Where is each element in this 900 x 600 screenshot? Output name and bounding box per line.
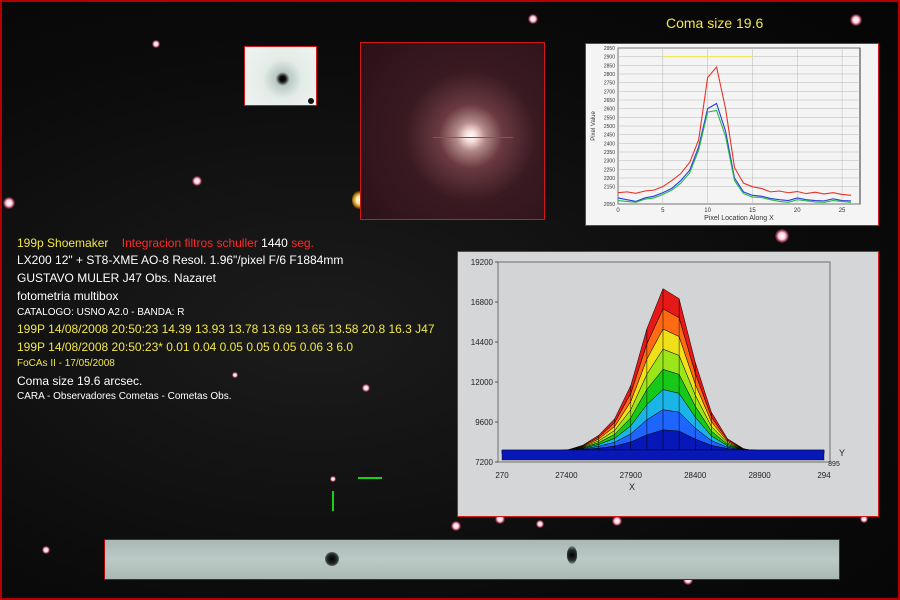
y-tick-label: 19200: [471, 258, 494, 267]
y-tick-label: 2400: [604, 141, 615, 147]
coma-crop: [360, 42, 545, 220]
y-axis-label: Pixel Value: [591, 111, 597, 141]
star: [232, 372, 238, 378]
star: [330, 476, 336, 482]
y-tick-label: 2850: [604, 63, 615, 69]
star: [42, 546, 50, 554]
star: [567, 546, 577, 564]
y-tick-label: 16800: [471, 298, 494, 307]
exposure-unit: seg.: [291, 236, 314, 250]
y-tick-label: 14400: [471, 338, 494, 347]
x-tick-label: 25: [839, 208, 846, 214]
y-tick-label: 2450: [604, 133, 615, 139]
y-tick-label: 2900: [604, 55, 615, 61]
y-tick-label: 9600: [475, 418, 493, 427]
info-row-object: 199p Shoemaker Integracion filtros schul…: [17, 236, 314, 250]
star: [850, 14, 862, 26]
x-tick-label: 294: [817, 471, 831, 480]
star: [3, 197, 15, 209]
y-axis-label: Y: [839, 448, 845, 458]
photometry-line-2: 199P 14/08/2008 20:50:23* 0.01 0.04 0.05…: [17, 340, 354, 354]
star: [308, 98, 314, 104]
x-tick-label: 5: [661, 208, 665, 214]
side-tick-label: 895: [828, 461, 840, 468]
x-tick-label: 27400: [555, 471, 578, 480]
y-tick-label: 2300: [604, 159, 615, 165]
observer-text: GUSTAVO MULER J47 Obs. Nazaret: [17, 271, 216, 285]
star: [362, 384, 370, 392]
software-text: FoCAs II - 17/05/2008: [17, 358, 115, 369]
x-tick-label: 27900: [620, 471, 643, 480]
credits-text: CARA - Observadores Cometas - Cometas Ob…: [17, 391, 232, 402]
y-tick-label: 2250: [604, 167, 615, 173]
star: [528, 14, 538, 24]
comet-track-strip: [104, 539, 840, 580]
exposure-value: 1440: [261, 236, 288, 250]
equipment-text: LX200 12" + ST8-XME AO-8 Resol. 1.96"/pi…: [17, 253, 344, 267]
star: [536, 520, 544, 528]
catalog-text: CATALOGO: USNO A2.0 - BANDA: R: [17, 307, 185, 318]
x-axis-label: X: [629, 482, 635, 492]
y-tick-label: 7200: [475, 458, 493, 467]
y-tick-label: 2500: [604, 124, 615, 130]
x-tick-label: 28400: [684, 471, 707, 480]
profile-chart: 2050215022002250230023502400245025002550…: [591, 46, 861, 222]
position-marker-horizontal: [358, 477, 382, 479]
surface-chart: 7200 9600 12000 14400 16800 19200 270 27400 2790…: [471, 258, 845, 492]
y-tick-label: 2750: [604, 81, 615, 87]
object-name: 199p Shoemaker: [17, 236, 109, 250]
position-marker-vertical: [332, 491, 334, 511]
star: [451, 521, 461, 531]
profile-chart-panel: 2050 2150 2200 2250 2300 2350 2400 2450 2500 2550…: [585, 43, 879, 226]
y-tick-label: 2700: [604, 89, 615, 95]
astro-composite-image: Coma size 19.6 2050 2150 2200 2250 2300 2350 2…: [0, 0, 900, 600]
y-tick-label: 2050: [604, 202, 615, 208]
y-tick-label: 2350: [604, 150, 615, 156]
y-tick-label: 2950: [604, 46, 615, 52]
coma-size-header: Coma size 19.6: [666, 15, 764, 31]
x-axis-label: Pixel Location Along X: [704, 215, 774, 222]
method-text: fotometria multibox: [17, 289, 119, 303]
y-tick-label: 2800: [604, 72, 615, 78]
filters-label: Integracion filtros schuller: [121, 236, 258, 250]
star: [192, 176, 202, 186]
x-tick-label: 10: [704, 208, 711, 214]
x-tick-label: 28900: [748, 471, 771, 480]
y-tick-label: 2550: [604, 115, 615, 121]
y-tick-label: 2650: [604, 98, 615, 104]
star: [775, 229, 789, 243]
profile-cut-line: [433, 137, 513, 138]
surface-chart-panel: 7200 9600 12000 14400 16800 19200 270 27400 2790…: [457, 251, 879, 517]
coma-size-text: Coma size 19.6 arcsec.: [17, 374, 143, 388]
x-tick-label: 0: [616, 208, 620, 214]
x-tick-label: 15: [749, 208, 756, 214]
y-tick-label: 2200: [604, 176, 615, 182]
comet-thumbnail: [244, 46, 317, 106]
y-tick-label: 2150: [604, 185, 615, 191]
x-tick-label: 20: [794, 208, 801, 214]
y-tick-label: 12000: [471, 378, 494, 387]
x-tick-label: 270: [495, 471, 509, 480]
photometry-line-1: 199P 14/08/2008 20:50:23 14.39 13.93 13.…: [17, 322, 435, 336]
surface-floor: [501, 449, 825, 461]
y-tick-label: 2600: [604, 107, 615, 113]
comet-nucleus: [325, 552, 339, 566]
star: [152, 40, 160, 48]
